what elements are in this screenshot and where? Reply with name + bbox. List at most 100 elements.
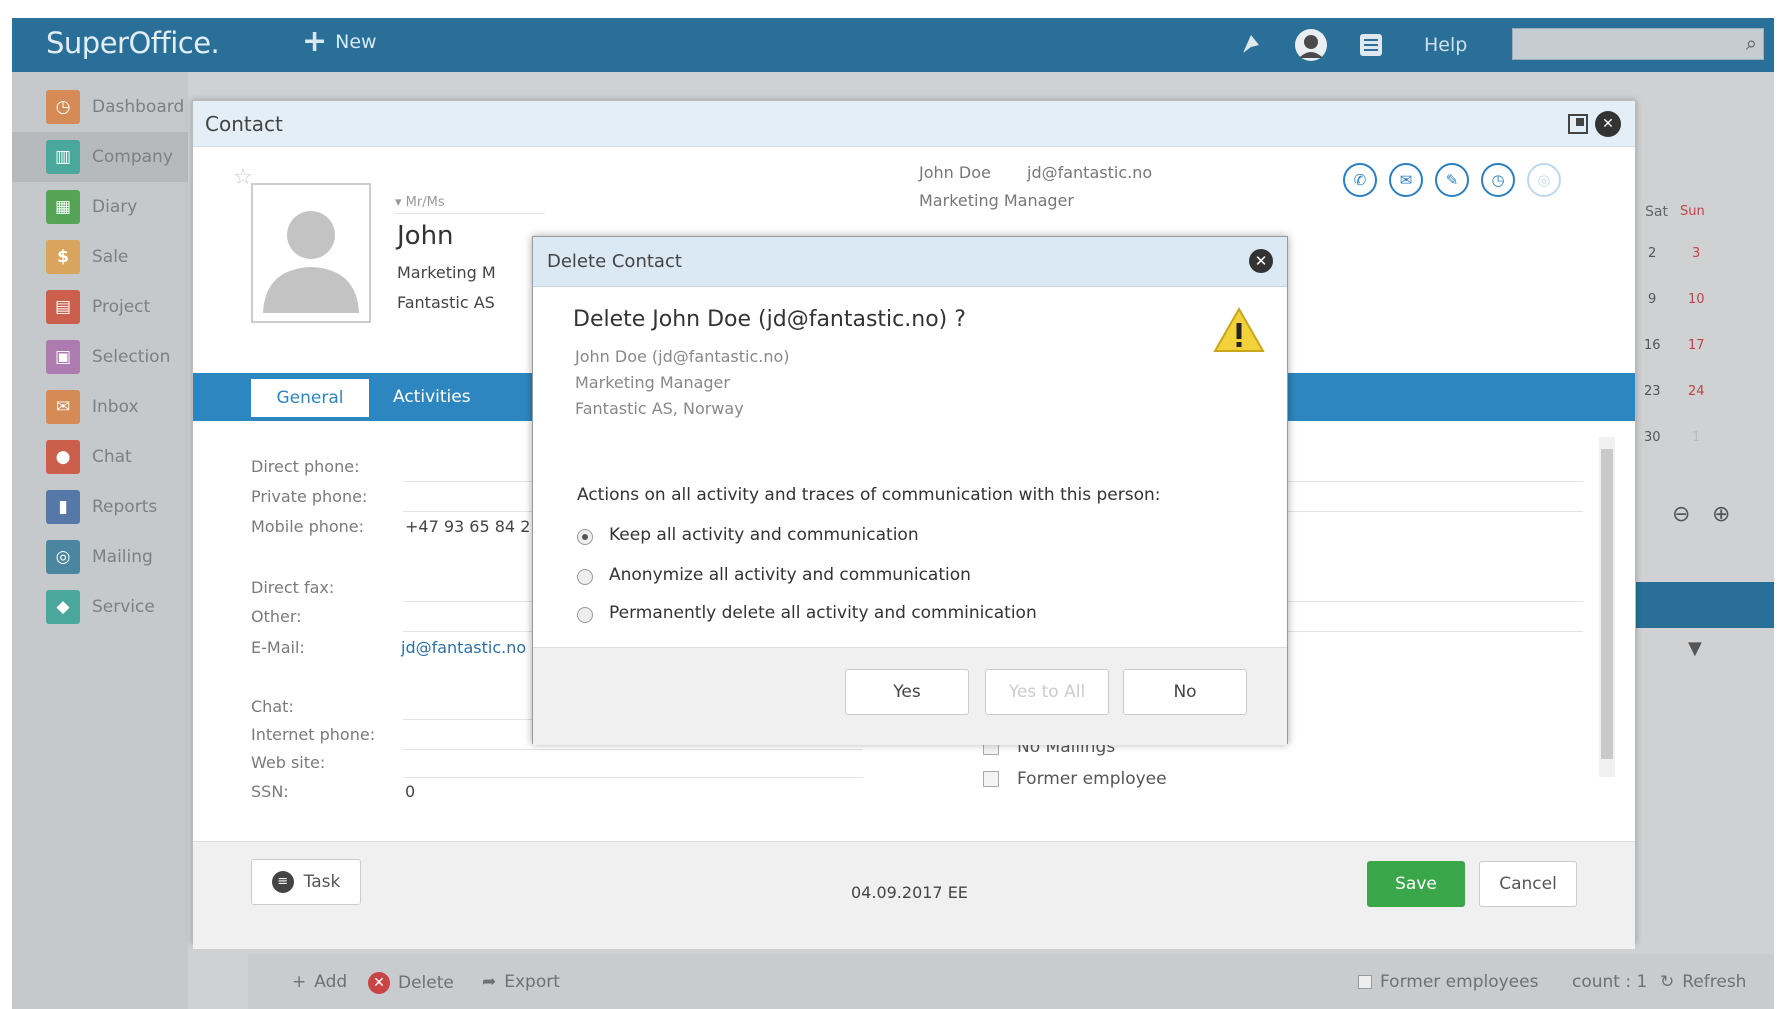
direct-fax-label: Direct fax:: [251, 578, 335, 597]
contact-photo[interactable]: [251, 183, 371, 323]
prev-month-icon[interactable]: ⊖: [1672, 502, 1690, 527]
internet-phone-field[interactable]: [403, 749, 863, 750]
calendar-day[interactable]: 23: [1644, 384, 1661, 399]
task-icon: ≡: [271, 871, 294, 893]
next-month-icon[interactable]: ⊕: [1712, 502, 1730, 527]
refresh-button[interactable]: ↻ Refresh: [1660, 972, 1746, 992]
sidebar-item-sale[interactable]: $ Sale: [12, 232, 188, 282]
sidebar: ◷ Dashboard ▥ Company ▦ Diary $ Sale ▤ Projec…: [12, 72, 188, 1009]
task-button[interactable]: ≡ Task: [251, 859, 361, 905]
info-contact: John Doe (jd@fantastic.no): [575, 347, 790, 366]
sidebar-item-project[interactable]: ▤ Project: [12, 282, 188, 332]
no-button[interactable]: No: [1123, 669, 1247, 715]
ssn-label: SSN:: [251, 782, 289, 801]
calendar-header-sat: Sat: [1645, 204, 1668, 220]
option-anonymize-label[interactable]: Anonymize all activity and communication: [609, 565, 971, 585]
former-employee-checkbox[interactable]: [983, 771, 999, 787]
filter-icon[interactable]: ▼: [1688, 638, 1702, 659]
edit-icon[interactable]: ✎: [1435, 163, 1469, 197]
tab-activities[interactable]: Activities: [393, 387, 471, 407]
web-icon[interactable]: ◎: [1527, 163, 1561, 197]
dialog-title: Delete Contact: [547, 251, 682, 272]
help-link[interactable]: Help: [1424, 34, 1467, 56]
contact-header: Contact ✕: [193, 101, 1635, 147]
summary-email[interactable]: jd@fantastic.no: [1027, 163, 1152, 182]
notification-icon[interactable]: [1234, 28, 1268, 62]
save-button[interactable]: Save: [1367, 861, 1465, 907]
option-keep-radio[interactable]: [577, 529, 593, 545]
export-icon: ➦: [482, 972, 497, 992]
former-employees-filter[interactable]: Former employees: [1358, 972, 1538, 992]
sidebar-item-label: Project: [92, 297, 151, 317]
phone-icon[interactable]: ✆: [1343, 163, 1377, 197]
search-input[interactable]: ⌕: [1512, 28, 1764, 60]
salutation-select[interactable]: ▾ Mr/Ms: [395, 195, 445, 210]
sidebar-item-mailing[interactable]: ◎ Mailing: [12, 532, 188, 582]
email-field[interactable]: jd@fantastic.no: [401, 638, 526, 657]
option-delete-label[interactable]: Permanently delete all activity and comm…: [609, 603, 1037, 623]
calendar-day[interactable]: 30: [1644, 430, 1661, 445]
plus-icon: +: [302, 24, 328, 59]
former-employees-checkbox[interactable]: [1358, 975, 1372, 989]
favorite-star-icon[interactable]: ☆: [233, 165, 253, 190]
yes-button[interactable]: Yes: [845, 669, 969, 715]
yes-to-all-button[interactable]: Yes to All: [985, 669, 1109, 715]
option-keep-label[interactable]: Keep all activity and communication: [609, 525, 919, 545]
mailing-icon: ◎: [46, 540, 80, 574]
calendar-day[interactable]: 1: [1692, 430, 1700, 445]
sale-icon: $: [46, 240, 80, 274]
clock-icon[interactable]: ◷: [1481, 163, 1515, 197]
sidebar-item-selection[interactable]: ▣ Selection: [12, 332, 188, 382]
sidebar-item-chat[interactable]: ● Chat: [12, 432, 188, 482]
sidebar-item-service[interactable]: ◆ Service: [12, 582, 188, 632]
sidebar-item-dashboard[interactable]: ◷ Dashboard: [12, 82, 188, 132]
first-name-field[interactable]: John: [397, 221, 454, 251]
calendar-day[interactable]: 9: [1648, 292, 1656, 307]
company-field[interactable]: Fantastic AS: [397, 293, 495, 312]
calendar-day[interactable]: 2: [1648, 246, 1656, 261]
delete-icon: ✕: [368, 972, 390, 994]
sidebar-item-inbox[interactable]: ✉ Inbox: [12, 382, 188, 432]
cancel-button[interactable]: Cancel: [1479, 861, 1577, 907]
selection-icon: ▣: [46, 340, 80, 374]
web-site-field[interactable]: [403, 777, 863, 778]
mobile-phone-field[interactable]: +47 93 65 84 2: [405, 517, 530, 536]
sidebar-item-reports[interactable]: ▮ Reports: [12, 482, 188, 532]
new-button[interactable]: + New: [302, 24, 377, 59]
project-icon: ▤: [46, 290, 80, 324]
ssn-field[interactable]: 0: [405, 782, 415, 801]
calendar-day[interactable]: 10: [1688, 292, 1705, 307]
sidebar-item-company[interactable]: ▥ Company: [12, 132, 188, 182]
job-title-field[interactable]: Marketing M: [397, 263, 496, 282]
summary-title: Marketing Manager: [919, 191, 1074, 210]
chat-icon: ●: [46, 440, 80, 474]
tab-general[interactable]: General: [251, 379, 369, 417]
sidebar-item-label: Mailing: [92, 547, 153, 567]
private-phone-label: Private phone:: [251, 487, 368, 506]
scrollbar-thumb[interactable]: [1601, 449, 1613, 759]
add-button[interactable]: + Add: [292, 972, 347, 992]
export-button[interactable]: ➦ Export: [482, 972, 560, 992]
count-label: count : 1: [1572, 972, 1648, 992]
scrollbar[interactable]: [1599, 437, 1615, 777]
user-avatar-icon[interactable]: [1294, 28, 1328, 62]
delete-button[interactable]: ✕ Delete: [368, 972, 454, 994]
sidebar-item-label: Dashboard: [92, 97, 185, 117]
mobile-phone-label: Mobile phone:: [251, 517, 365, 536]
menu-icon[interactable]: [1354, 28, 1388, 62]
maximize-icon[interactable]: [1565, 111, 1591, 137]
reports-icon: ▮: [46, 490, 80, 524]
app-logo: SuperOffice.: [46, 26, 220, 60]
updated-date: 04.09.2017 EE: [851, 883, 968, 902]
option-delete-radio[interactable]: [577, 607, 593, 623]
calendar-day[interactable]: 24: [1688, 384, 1705, 399]
option-anonymize-radio[interactable]: [577, 569, 593, 585]
calendar-day[interactable]: 17: [1688, 338, 1705, 353]
email-icon[interactable]: ✉: [1389, 163, 1423, 197]
calendar-day[interactable]: 3: [1692, 246, 1700, 261]
internet-phone-label: Internet phone:: [251, 725, 376, 744]
close-icon[interactable]: ✕: [1249, 249, 1273, 273]
close-icon[interactable]: ✕: [1595, 111, 1621, 137]
sidebar-item-diary[interactable]: ▦ Diary: [12, 182, 188, 232]
calendar-day[interactable]: 16: [1644, 338, 1661, 353]
